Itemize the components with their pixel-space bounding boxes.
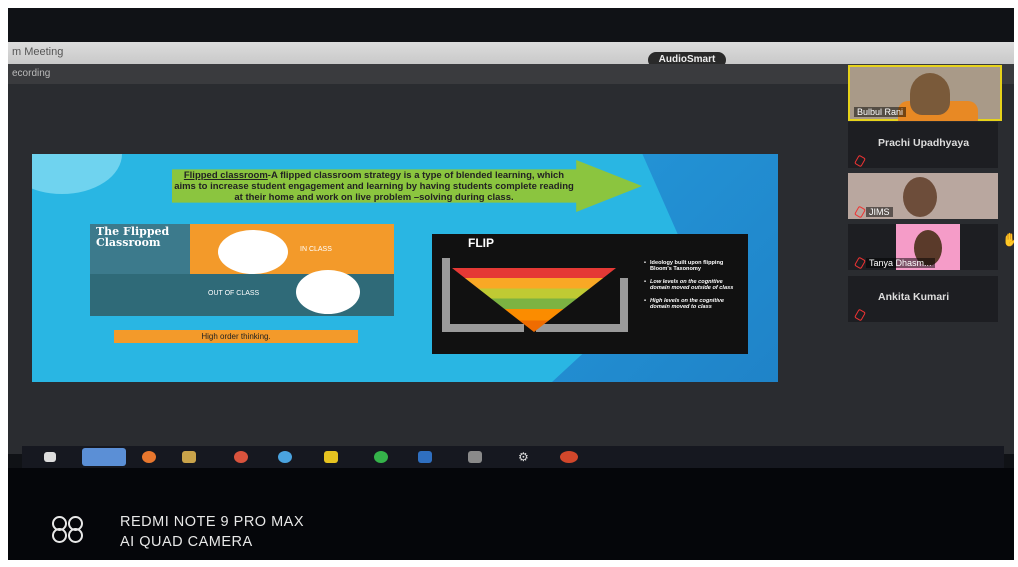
participant-tile-ankita[interactable]: Ankita Kumari — [848, 276, 998, 322]
participant-name: Tanya Dhasm... — [866, 258, 935, 268]
participant-name: JIMS — [866, 207, 893, 217]
zoom-icon[interactable] — [82, 448, 126, 466]
firefox-icon[interactable] — [142, 451, 156, 463]
participant-name: Ankita Kumari — [878, 291, 950, 303]
word-icon[interactable] — [418, 451, 432, 463]
presentation-slide: Flipped classroom-A flipped classroom st… — [32, 154, 778, 382]
infographic-title: The Flipped Classroom — [96, 225, 170, 249]
quote-term: Flipped classroom — [183, 170, 268, 181]
powerpoint-icon[interactable] — [560, 451, 578, 463]
participant-name: Bulbul Rani — [854, 107, 907, 117]
flip-bracket-left — [442, 258, 450, 330]
out-class-bubble — [296, 270, 360, 314]
inverted-blooms-pyramid — [452, 268, 616, 332]
settings-icon[interactable]: ⚙ — [518, 451, 532, 463]
participant-tile-bulbul-rani[interactable]: Bulbul Rani — [848, 65, 1002, 121]
flip-title: FLIP — [468, 236, 494, 250]
window-title: m Meeting — [12, 46, 64, 58]
mic-muted-icon — [854, 256, 866, 270]
file-explorer-icon[interactable] — [182, 451, 196, 463]
monitor-photo: m Meeting AudioSmart ecording Flipped cl… — [8, 8, 1014, 560]
slide-decor-circle — [32, 154, 122, 194]
flip-bullet: High levels on the cognitive domain move… — [644, 298, 744, 311]
sticky-notes-icon[interactable] — [324, 451, 338, 463]
edge-icon[interactable] — [278, 451, 292, 463]
flip-bracket-bottom-right — [536, 324, 628, 332]
raise-hand-icon: ✋ — [1002, 232, 1014, 247]
flip-figure: FLIP Ideology built upon flipping Bloom'… — [432, 234, 748, 354]
in-class-bubble — [218, 230, 288, 274]
participant-video-face — [910, 73, 950, 115]
participant-tile-jims[interactable]: JIMS — [848, 173, 998, 219]
participant-tile-tanya[interactable]: Tanya Dhasm... — [848, 224, 998, 270]
quote-text: Flipped classroom-A flipped classroom st… — [174, 170, 574, 203]
whatsapp-icon[interactable] — [374, 451, 388, 463]
title-bar: m Meeting — [8, 42, 1014, 64]
store-icon[interactable] — [468, 451, 482, 463]
flipped-classroom-infographic: The Flipped Classroom IN CLASS OUT OF CL… — [90, 224, 394, 316]
in-class-label: IN CLASS — [300, 246, 332, 253]
participant-video-face — [903, 177, 937, 217]
taskbar: ⚙ — [22, 446, 1004, 468]
mic-muted-icon — [854, 205, 866, 219]
recording-label: ecording — [12, 68, 51, 79]
watermark-line2: AI QUAD CAMERA — [120, 534, 253, 550]
high-order-label: High order thinking. — [114, 330, 358, 343]
participant-tile-prachi[interactable]: Prachi Upadhyaya — [848, 122, 998, 168]
watermark-line1: REDMI NOTE 9 PRO MAX — [120, 514, 305, 530]
windows-start-icon[interactable] — [44, 452, 56, 462]
participant-name: Prachi Upadhyaya — [878, 137, 970, 149]
mic-muted-icon — [854, 154, 866, 168]
camera-logo-icon — [52, 516, 102, 544]
mic-muted-icon — [854, 308, 866, 322]
flip-bullets: Ideology built upon flipping Bloom's Tax… — [644, 260, 744, 316]
flip-bracket-bottom — [442, 324, 524, 332]
camera-watermark: REDMI NOTE 9 PRO MAX AI QUAD CAMERA — [120, 512, 304, 552]
chrome-icon[interactable] — [234, 451, 248, 463]
flip-bullet: Ideology built upon flipping Bloom's Tax… — [644, 260, 744, 273]
flip-bullet: Low levels on the cognitive domain moved… — [644, 279, 744, 292]
out-class-label: OUT OF CLASS — [208, 290, 260, 297]
